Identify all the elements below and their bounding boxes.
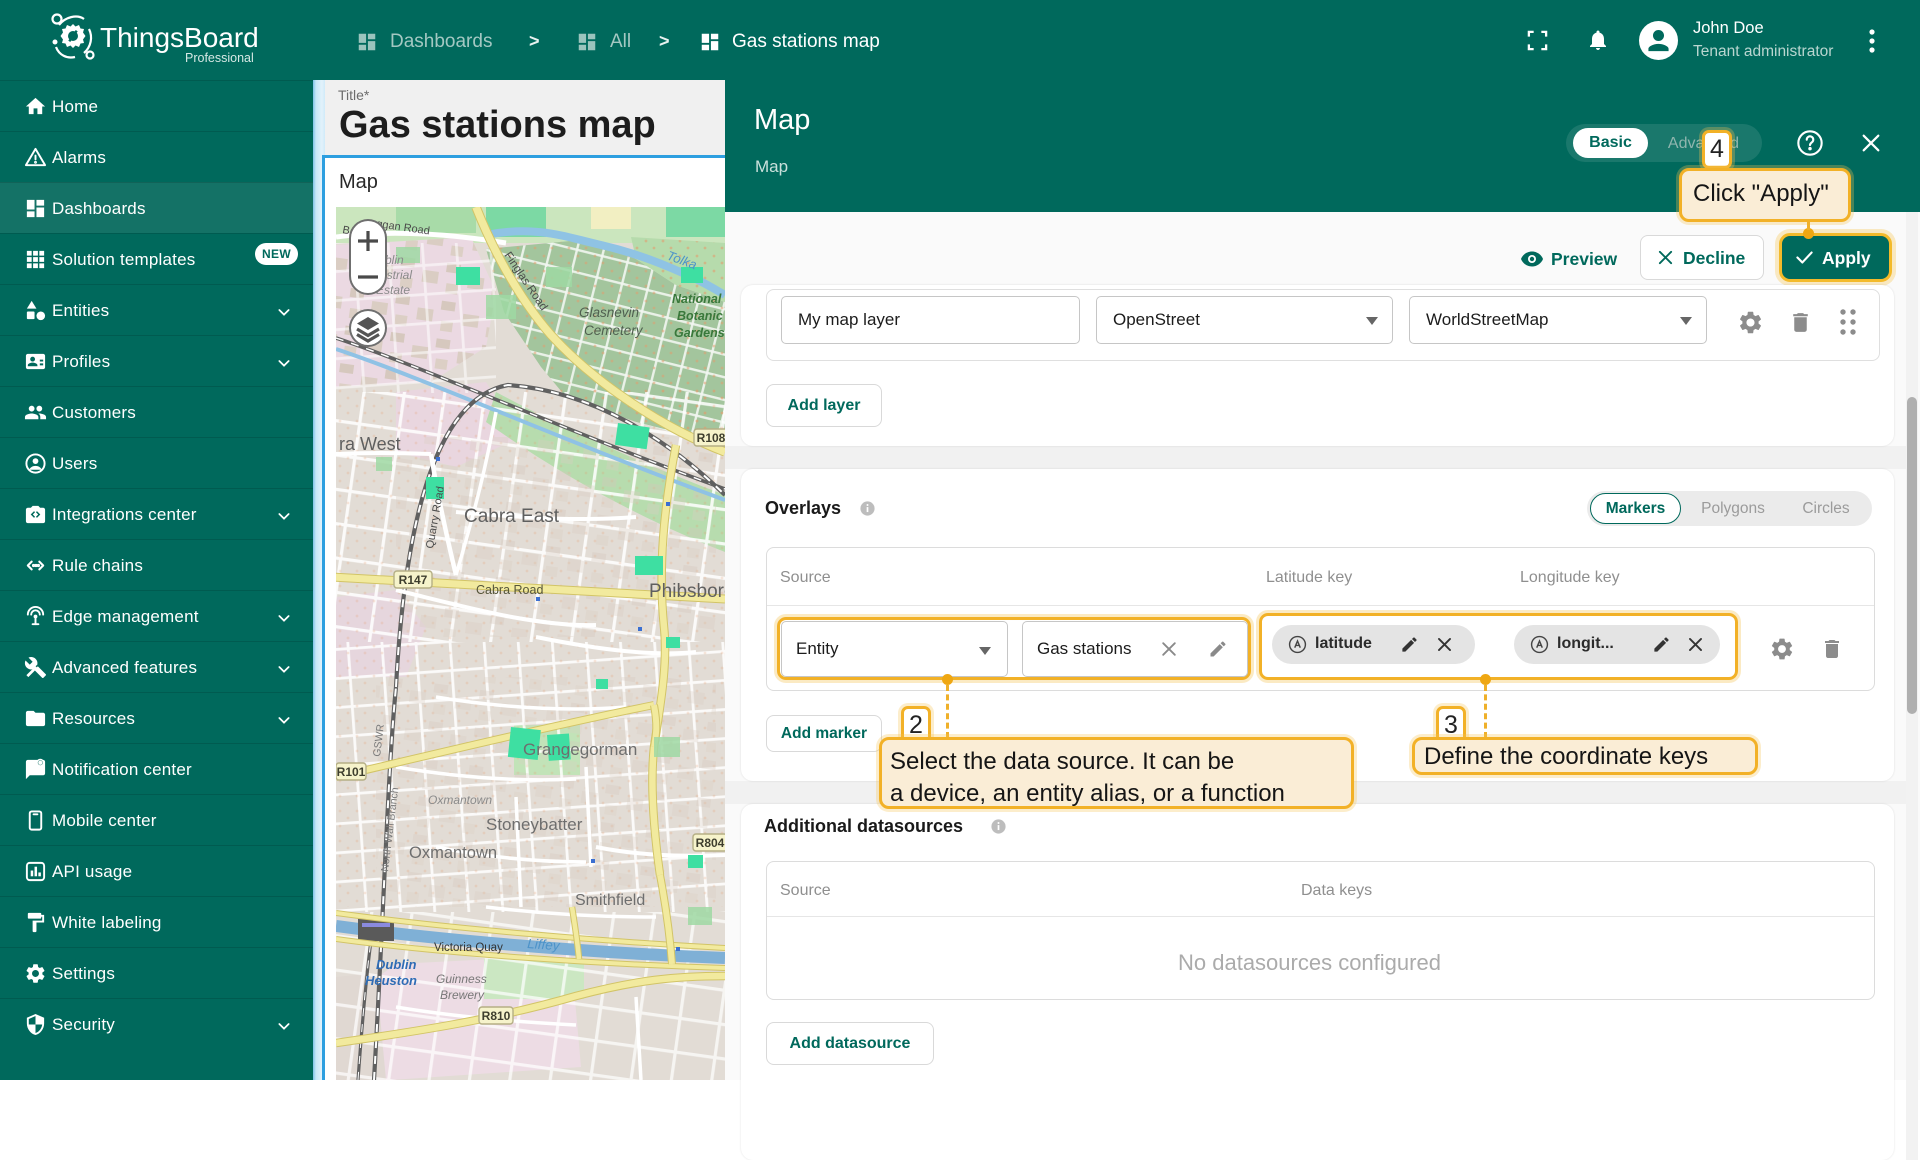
svg-text:R804: R804	[696, 836, 725, 850]
svg-text:blin: blin	[385, 253, 404, 267]
svg-text:Oxmantown: Oxmantown	[428, 793, 492, 807]
svg-text:Cabra Road: Cabra Road	[476, 583, 543, 597]
svg-text:Gardens: Gardens	[674, 326, 725, 340]
svg-text:R810: R810	[482, 1009, 511, 1023]
svg-text:Dublin: Dublin	[376, 957, 416, 972]
svg-text:Victoria Quay: Victoria Quay	[434, 942, 503, 954]
svg-text:Oxmantown: Oxmantown	[409, 844, 497, 862]
svg-text:National: National	[672, 292, 722, 306]
svg-text:Heuston: Heuston	[365, 973, 417, 988]
svg-text:R101: R101	[337, 765, 366, 779]
svg-text:Cemetery: Cemetery	[584, 323, 644, 338]
svg-text:Phibsboro: Phibsboro	[649, 581, 725, 602]
svg-text:Cabra East: Cabra East	[464, 506, 560, 527]
svg-text:R147: R147	[399, 573, 428, 587]
svg-text:R108: R108	[697, 431, 725, 445]
svg-text:Botanic: Botanic	[677, 309, 723, 323]
svg-text:ra West: ra West	[339, 434, 401, 454]
svg-text:Smithfield: Smithfield	[575, 892, 645, 909]
svg-text:Brewery: Brewery	[440, 988, 485, 1002]
svg-text:Liffey: Liffey	[527, 936, 561, 953]
svg-text:Grangegorman: Grangegorman	[523, 740, 637, 759]
svg-text:Stoneybatter: Stoneybatter	[486, 815, 583, 834]
svg-text:Glasnevin: Glasnevin	[579, 305, 639, 320]
svg-text:Guinness: Guinness	[436, 972, 487, 986]
